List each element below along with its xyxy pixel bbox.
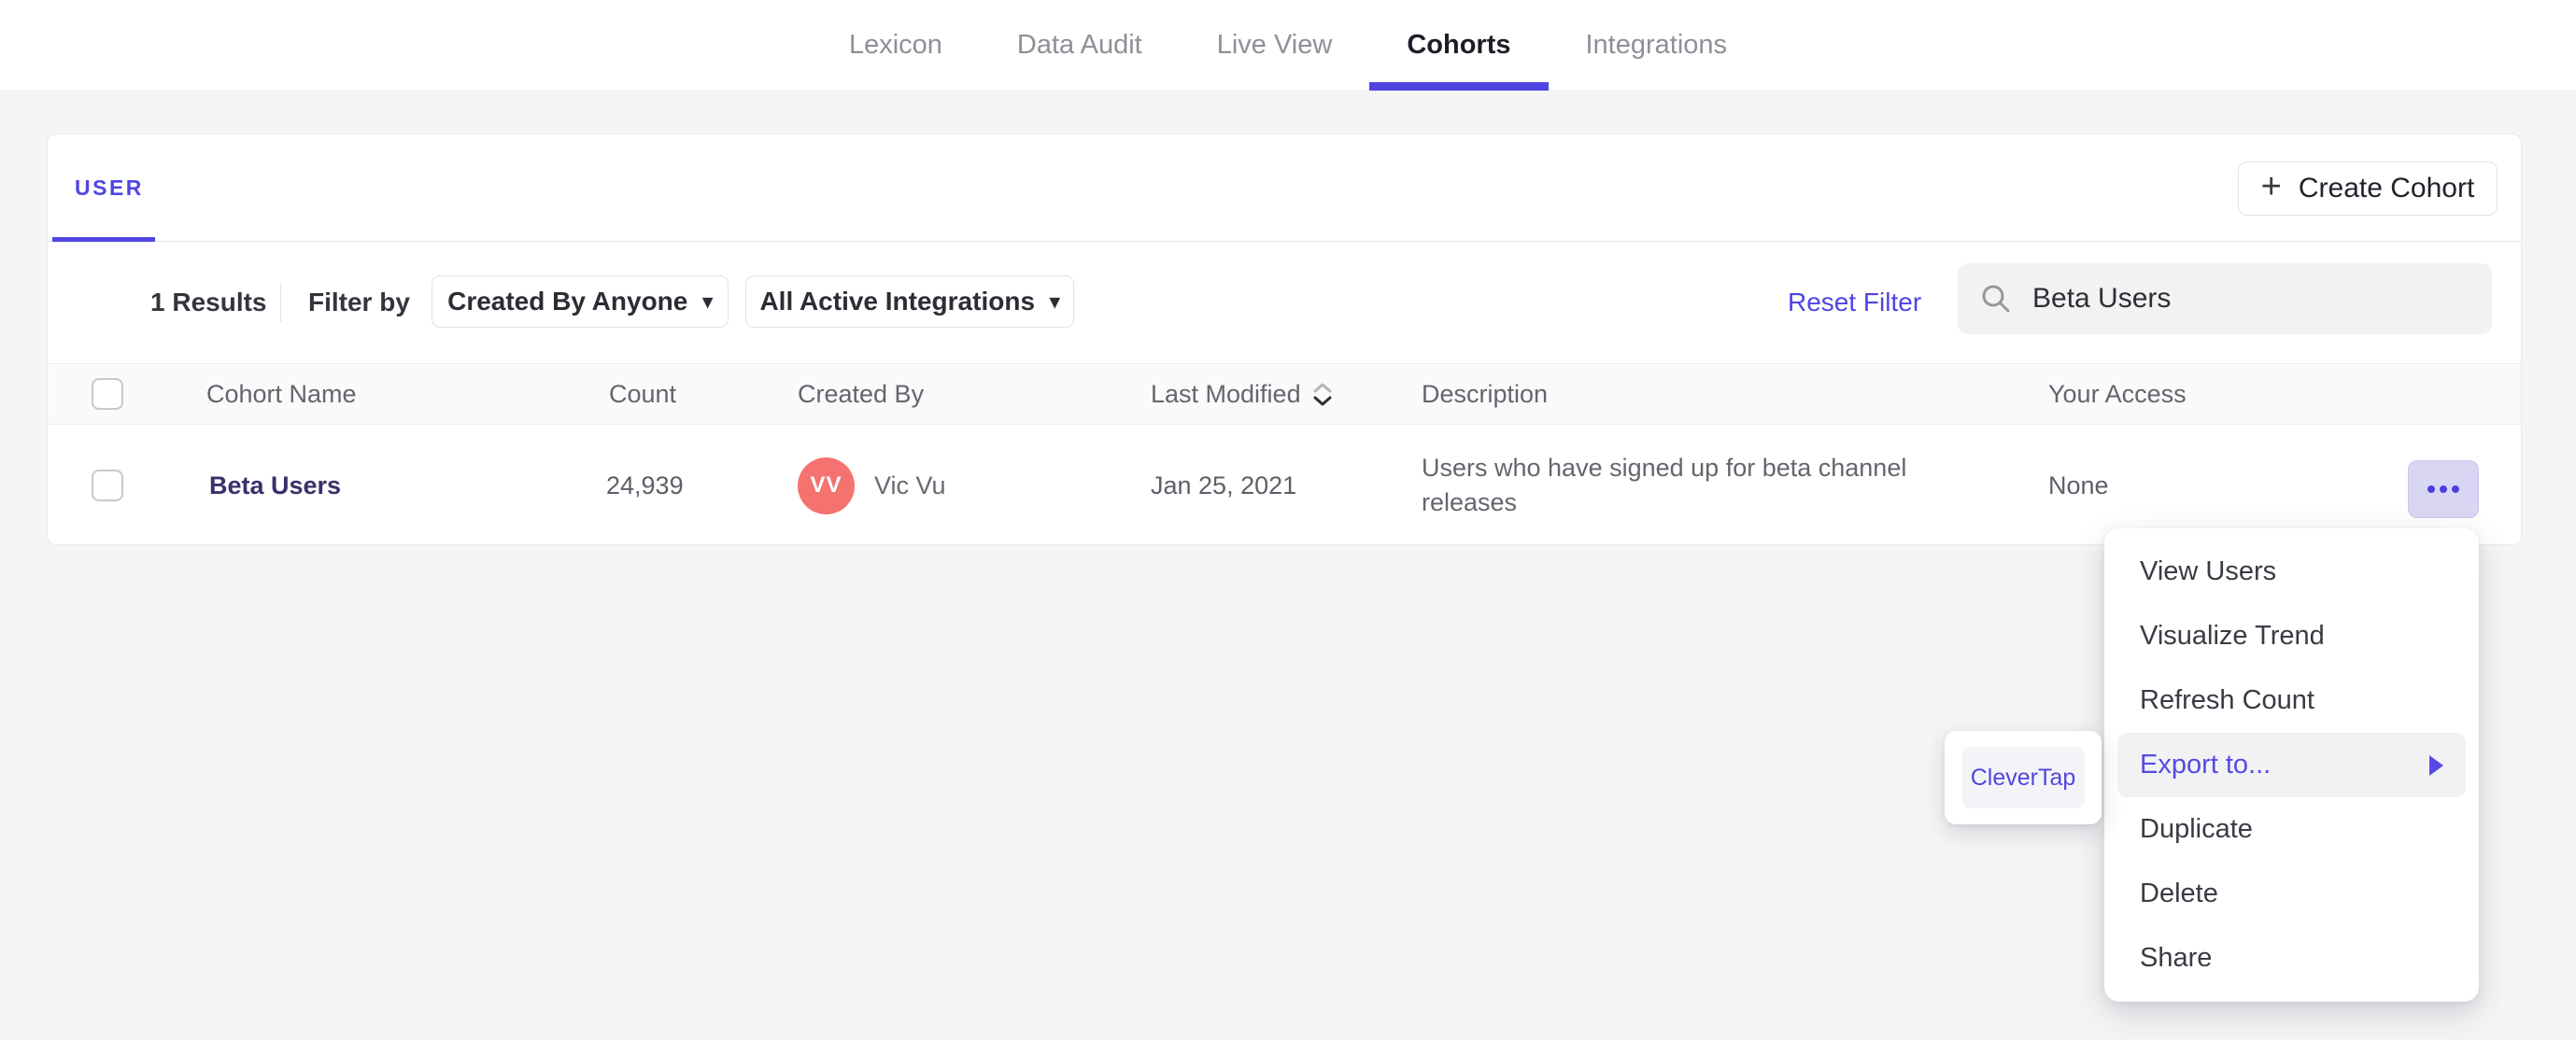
- caret-down-icon: ▾: [1050, 290, 1060, 313]
- filter-divider: [280, 283, 281, 322]
- select-all-checkbox[interactable]: [92, 378, 123, 410]
- creator-avatar: VV: [798, 457, 855, 514]
- more-options-icon: [2440, 485, 2447, 493]
- header-description: Description: [1422, 379, 1549, 408]
- create-cohort-button-label: Create Cohort: [2298, 173, 2475, 204]
- nav-tab-lexicon[interactable]: Lexicon: [812, 0, 980, 91]
- submenu-arrow-icon: [2429, 754, 2443, 776]
- created-by-dropdown[interactable]: Created By Anyone ▾: [432, 275, 729, 328]
- menu-item-refresh-count[interactable]: Refresh Count: [2117, 668, 2466, 733]
- header-last-modified[interactable]: Last Modified: [1151, 364, 1333, 424]
- search-input[interactable]: [2032, 283, 2443, 315]
- menu-item-duplicate[interactable]: Duplicate: [2117, 797, 2466, 862]
- more-options-icon: [2427, 485, 2435, 493]
- header-cohort-name: Cohort Name: [206, 379, 357, 408]
- menu-item-export-to-label: Export to...: [2140, 750, 2272, 780]
- table-header-row: Cohort Name Count Created By Last Modifi…: [48, 363, 2521, 425]
- cohort-type-tab-bar: USER + Create Cohort: [48, 134, 2521, 242]
- sort-icon[interactable]: [1312, 382, 1333, 407]
- menu-item-visualize-trend[interactable]: Visualize Trend: [2117, 604, 2466, 668]
- cohort-description: Users who have signed up for beta channe…: [1422, 454, 1907, 516]
- nav-tab-data-audit[interactable]: Data Audit: [980, 0, 1180, 91]
- plus-icon: +: [2260, 167, 2282, 206]
- reset-filter-link[interactable]: Reset Filter: [1788, 242, 1921, 363]
- header-count: Count: [609, 379, 677, 408]
- caret-down-icon: ▾: [702, 290, 713, 313]
- submenu-item-clevertap[interactable]: CleverTap: [1961, 747, 2085, 808]
- cohort-count: 24,939: [606, 471, 684, 499]
- creator-name: Vic Vu: [874, 471, 946, 499]
- row-checkbox[interactable]: [92, 470, 123, 501]
- create-cohort-button[interactable]: + Create Cohort: [2238, 162, 2498, 216]
- integrations-dropdown-value: All Active Integrations: [759, 287, 1036, 316]
- header-last-modified-label: Last Modified: [1151, 379, 1301, 408]
- created-by-dropdown-value: Created By Anyone: [447, 287, 688, 316]
- nav-tab-cohorts[interactable]: Cohorts: [1369, 0, 1549, 91]
- integrations-dropdown[interactable]: All Active Integrations ▾: [745, 275, 1074, 328]
- results-count: 1 Results: [150, 288, 267, 316]
- cohort-name-link[interactable]: Beta Users: [209, 471, 341, 500]
- menu-item-delete[interactable]: Delete: [2117, 862, 2466, 926]
- cohorts-card: USER + Create Cohort 1 Results Filter by…: [47, 134, 2522, 545]
- search-icon: [1980, 283, 2012, 315]
- menu-item-export-to[interactable]: Export to...: [2117, 733, 2466, 797]
- search-box[interactable]: [1958, 263, 2492, 334]
- header-created-by: Created By: [798, 379, 925, 408]
- more-options-button[interactable]: [2408, 460, 2479, 518]
- row-context-menu: View Users Visualize Trend Refresh Count…: [2104, 528, 2479, 1002]
- nav-tab-live-view[interactable]: Live View: [1180, 0, 1370, 91]
- top-nav: Lexicon Data Audit Live View Cohorts Int…: [0, 0, 2576, 91]
- last-modified-date: Jan 25, 2021: [1151, 471, 1297, 499]
- nav-tab-integrations[interactable]: Integrations: [1549, 0, 1765, 91]
- filter-bar: 1 Results Filter by Created By Anyone ▾ …: [48, 242, 2521, 363]
- tab-user[interactable]: USER: [75, 134, 144, 241]
- menu-item-view-users[interactable]: View Users: [2117, 540, 2466, 604]
- header-your-access: Your Access: [2048, 379, 2187, 408]
- export-submenu: CleverTap: [1945, 731, 2102, 824]
- menu-item-share[interactable]: Share: [2117, 926, 2466, 991]
- more-options-icon: [2452, 485, 2459, 493]
- your-access-value: None: [2048, 471, 2109, 499]
- filter-by-label: Filter by: [308, 288, 410, 316]
